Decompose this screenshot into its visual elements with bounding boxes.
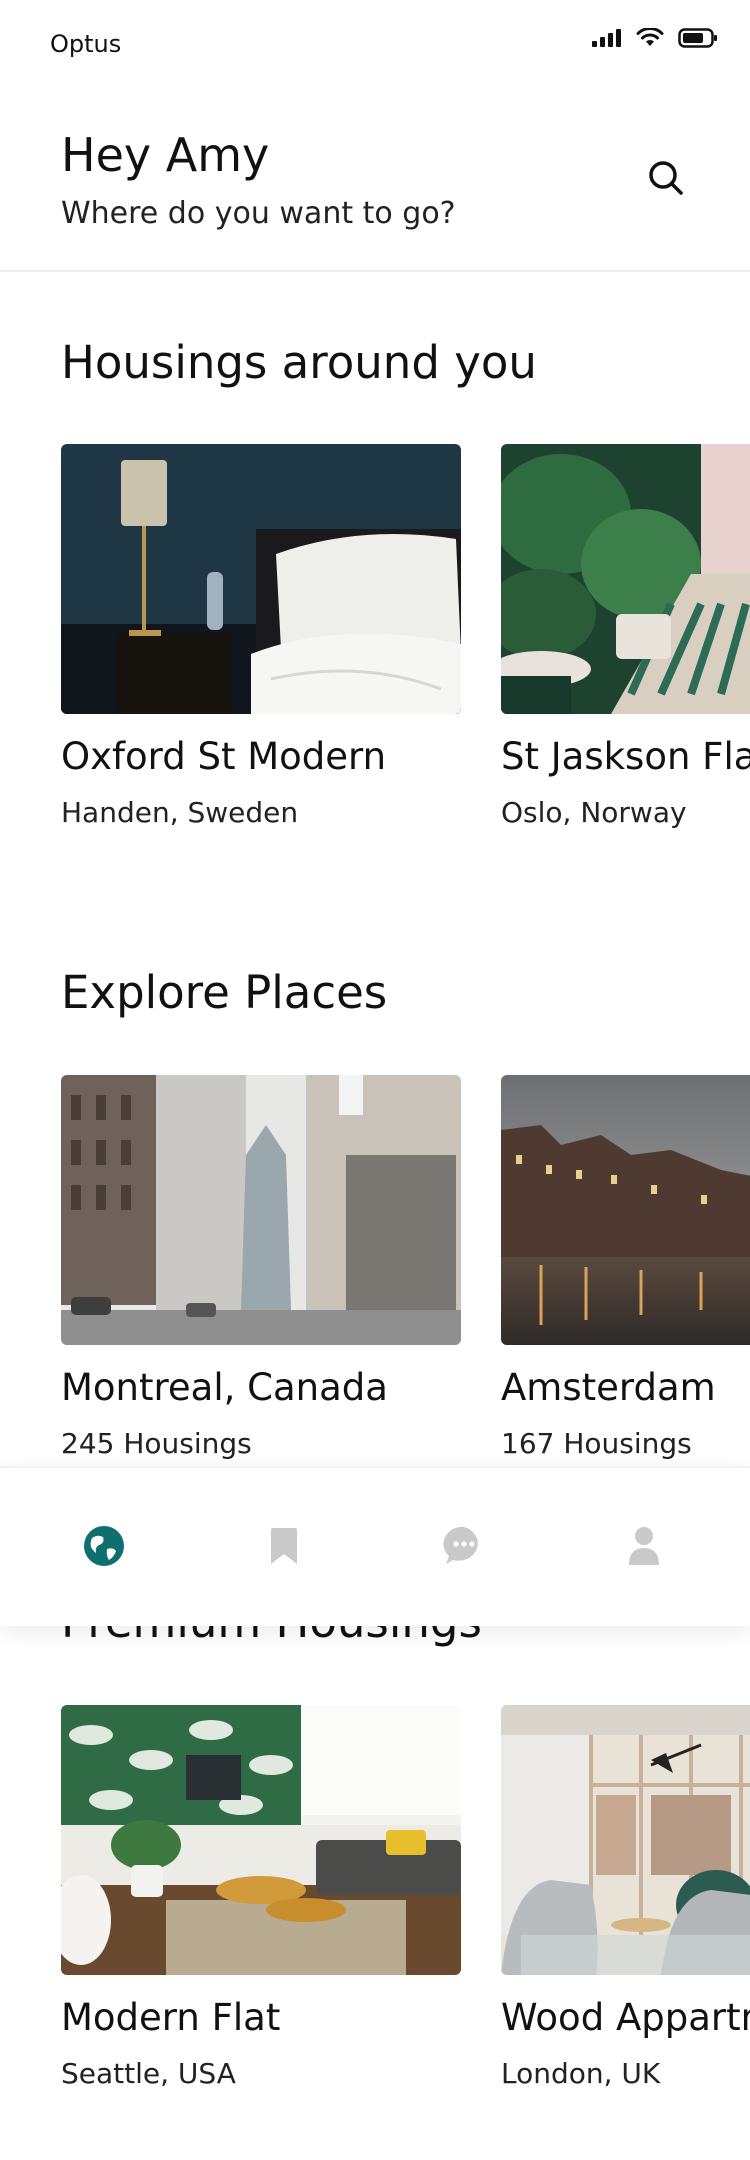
premium-card-image (501, 1705, 750, 1975)
nav-messages-button[interactable] (440, 1522, 488, 1570)
housing-card[interactable]: St Jaskson Flat Oslo, Norway (501, 444, 750, 874)
nav-profile-button[interactable] (620, 1522, 668, 1570)
globe-icon (84, 1526, 124, 1566)
housing-card-location: Oslo, Norway (501, 796, 687, 829)
place-card-count: 245 Housings (61, 1427, 252, 1460)
bookmark-icon (271, 1528, 297, 1564)
status-bar: Optus (0, 0, 750, 90)
greeting-title: Hey Amy (61, 128, 270, 182)
app-screen: Optus Hey Amy Where do you want to go? H… (0, 0, 750, 2160)
greeting-subtitle: Where do you want to go? (61, 196, 456, 231)
housing-card-title: St Jaskson Flat (501, 735, 750, 778)
explore-carousel[interactable]: Montreal, Canada 245 Housings Amsterdam … (61, 1075, 750, 1505)
place-card-title: Montreal, Canada (61, 1366, 388, 1409)
premium-card[interactable]: Modern Flat Seattle, USA (61, 1705, 461, 2135)
nav-saved-button[interactable] (260, 1522, 308, 1570)
place-card-image (501, 1075, 750, 1345)
wifi-icon (636, 28, 664, 46)
housing-card-location: Handen, Sweden (61, 796, 299, 829)
housing-card-image (61, 444, 461, 714)
chat-icon (443, 1526, 478, 1564)
premium-card-image (61, 1705, 461, 1975)
status-icons (592, 28, 718, 48)
bottom-navigation (0, 1466, 750, 1626)
section-title-explore: Explore Places (61, 966, 388, 1019)
premium-card-title: Modern Flat (61, 1996, 281, 2039)
place-card-image (61, 1075, 461, 1345)
header: Hey Amy Where do you want to go? (0, 90, 750, 272)
nav-explore-button[interactable] (80, 1522, 128, 1570)
housing-card-title: Oxford St Modern (61, 735, 387, 778)
premium-card-location: Seattle, USA (61, 2057, 236, 2090)
premium-card-title: Wood Appartment (501, 1996, 750, 2039)
profile-icon (629, 1527, 659, 1565)
carrier-label: Optus (50, 30, 122, 58)
search-button[interactable] (644, 156, 688, 200)
search-icon (649, 161, 683, 195)
signal-icon (592, 29, 621, 47)
battery-icon (678, 28, 717, 48)
place-card-title: Amsterdam (501, 1366, 716, 1409)
premium-carousel[interactable]: Modern Flat Seattle, USA Wood Appart Lon… (61, 1705, 750, 2135)
section-title-housings: Housings around you (61, 336, 537, 389)
premium-card-location: London, UK (501, 2057, 661, 2090)
housing-card-image (501, 444, 750, 714)
housings-carousel[interactable]: Oxford St Modern Handen, Sweden St Jasks… (61, 444, 750, 874)
premium-card[interactable]: Wood Appartment London, UK (501, 1705, 750, 2135)
housing-card[interactable]: Oxford St Modern Handen, Sweden (61, 444, 461, 874)
place-card[interactable]: Montreal, Canada 245 Housings (61, 1075, 461, 1505)
place-card-count: 167 Housings (501, 1427, 692, 1460)
place-card[interactable]: Amsterdam 167 Housings (501, 1075, 750, 1505)
